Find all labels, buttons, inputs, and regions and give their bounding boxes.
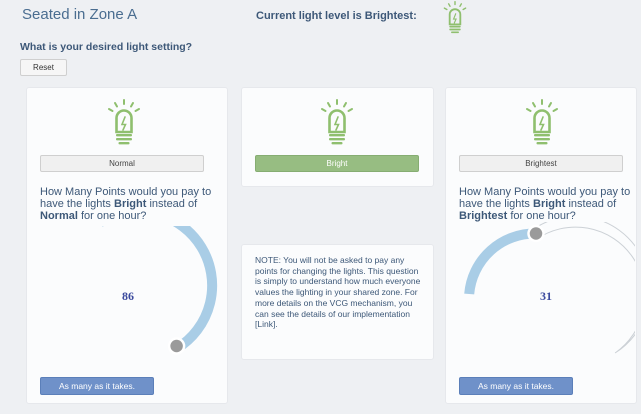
light-setting-question: What is your desired light setting? xyxy=(20,41,193,53)
points-value-brightest: 31 xyxy=(540,289,552,303)
light-bulb-icon xyxy=(524,99,560,147)
as-many-as-it-takes-button-brightest[interactable]: As many as it takes. xyxy=(459,377,573,395)
vcg-note-text: NOTE: You will not be asked to pay any p… xyxy=(255,255,421,330)
option-button-bright[interactable]: Bright xyxy=(255,155,419,172)
current-light-level-text: Current light level is Brightest: xyxy=(256,10,417,22)
points-value-normal: 86 xyxy=(122,289,134,303)
zone-title: Seated in Zone A xyxy=(22,6,138,23)
as-many-as-it-takes-button-normal[interactable]: As many as it takes. xyxy=(40,377,154,395)
dial-handle xyxy=(527,224,545,243)
option-button-normal[interactable]: Normal xyxy=(40,155,204,172)
option-button-brightest[interactable]: Brightest xyxy=(459,155,623,172)
dial-handle xyxy=(167,337,186,355)
pay-question-brightest: How Many Points would you pay to have th… xyxy=(459,186,631,222)
reset-button[interactable]: Reset xyxy=(20,59,67,76)
light-bulb-icon xyxy=(440,1,470,35)
light-bulb-icon xyxy=(106,99,142,147)
pay-question-normal: How Many Points would you pay to have th… xyxy=(40,186,212,222)
light-bulb-icon xyxy=(319,99,355,147)
